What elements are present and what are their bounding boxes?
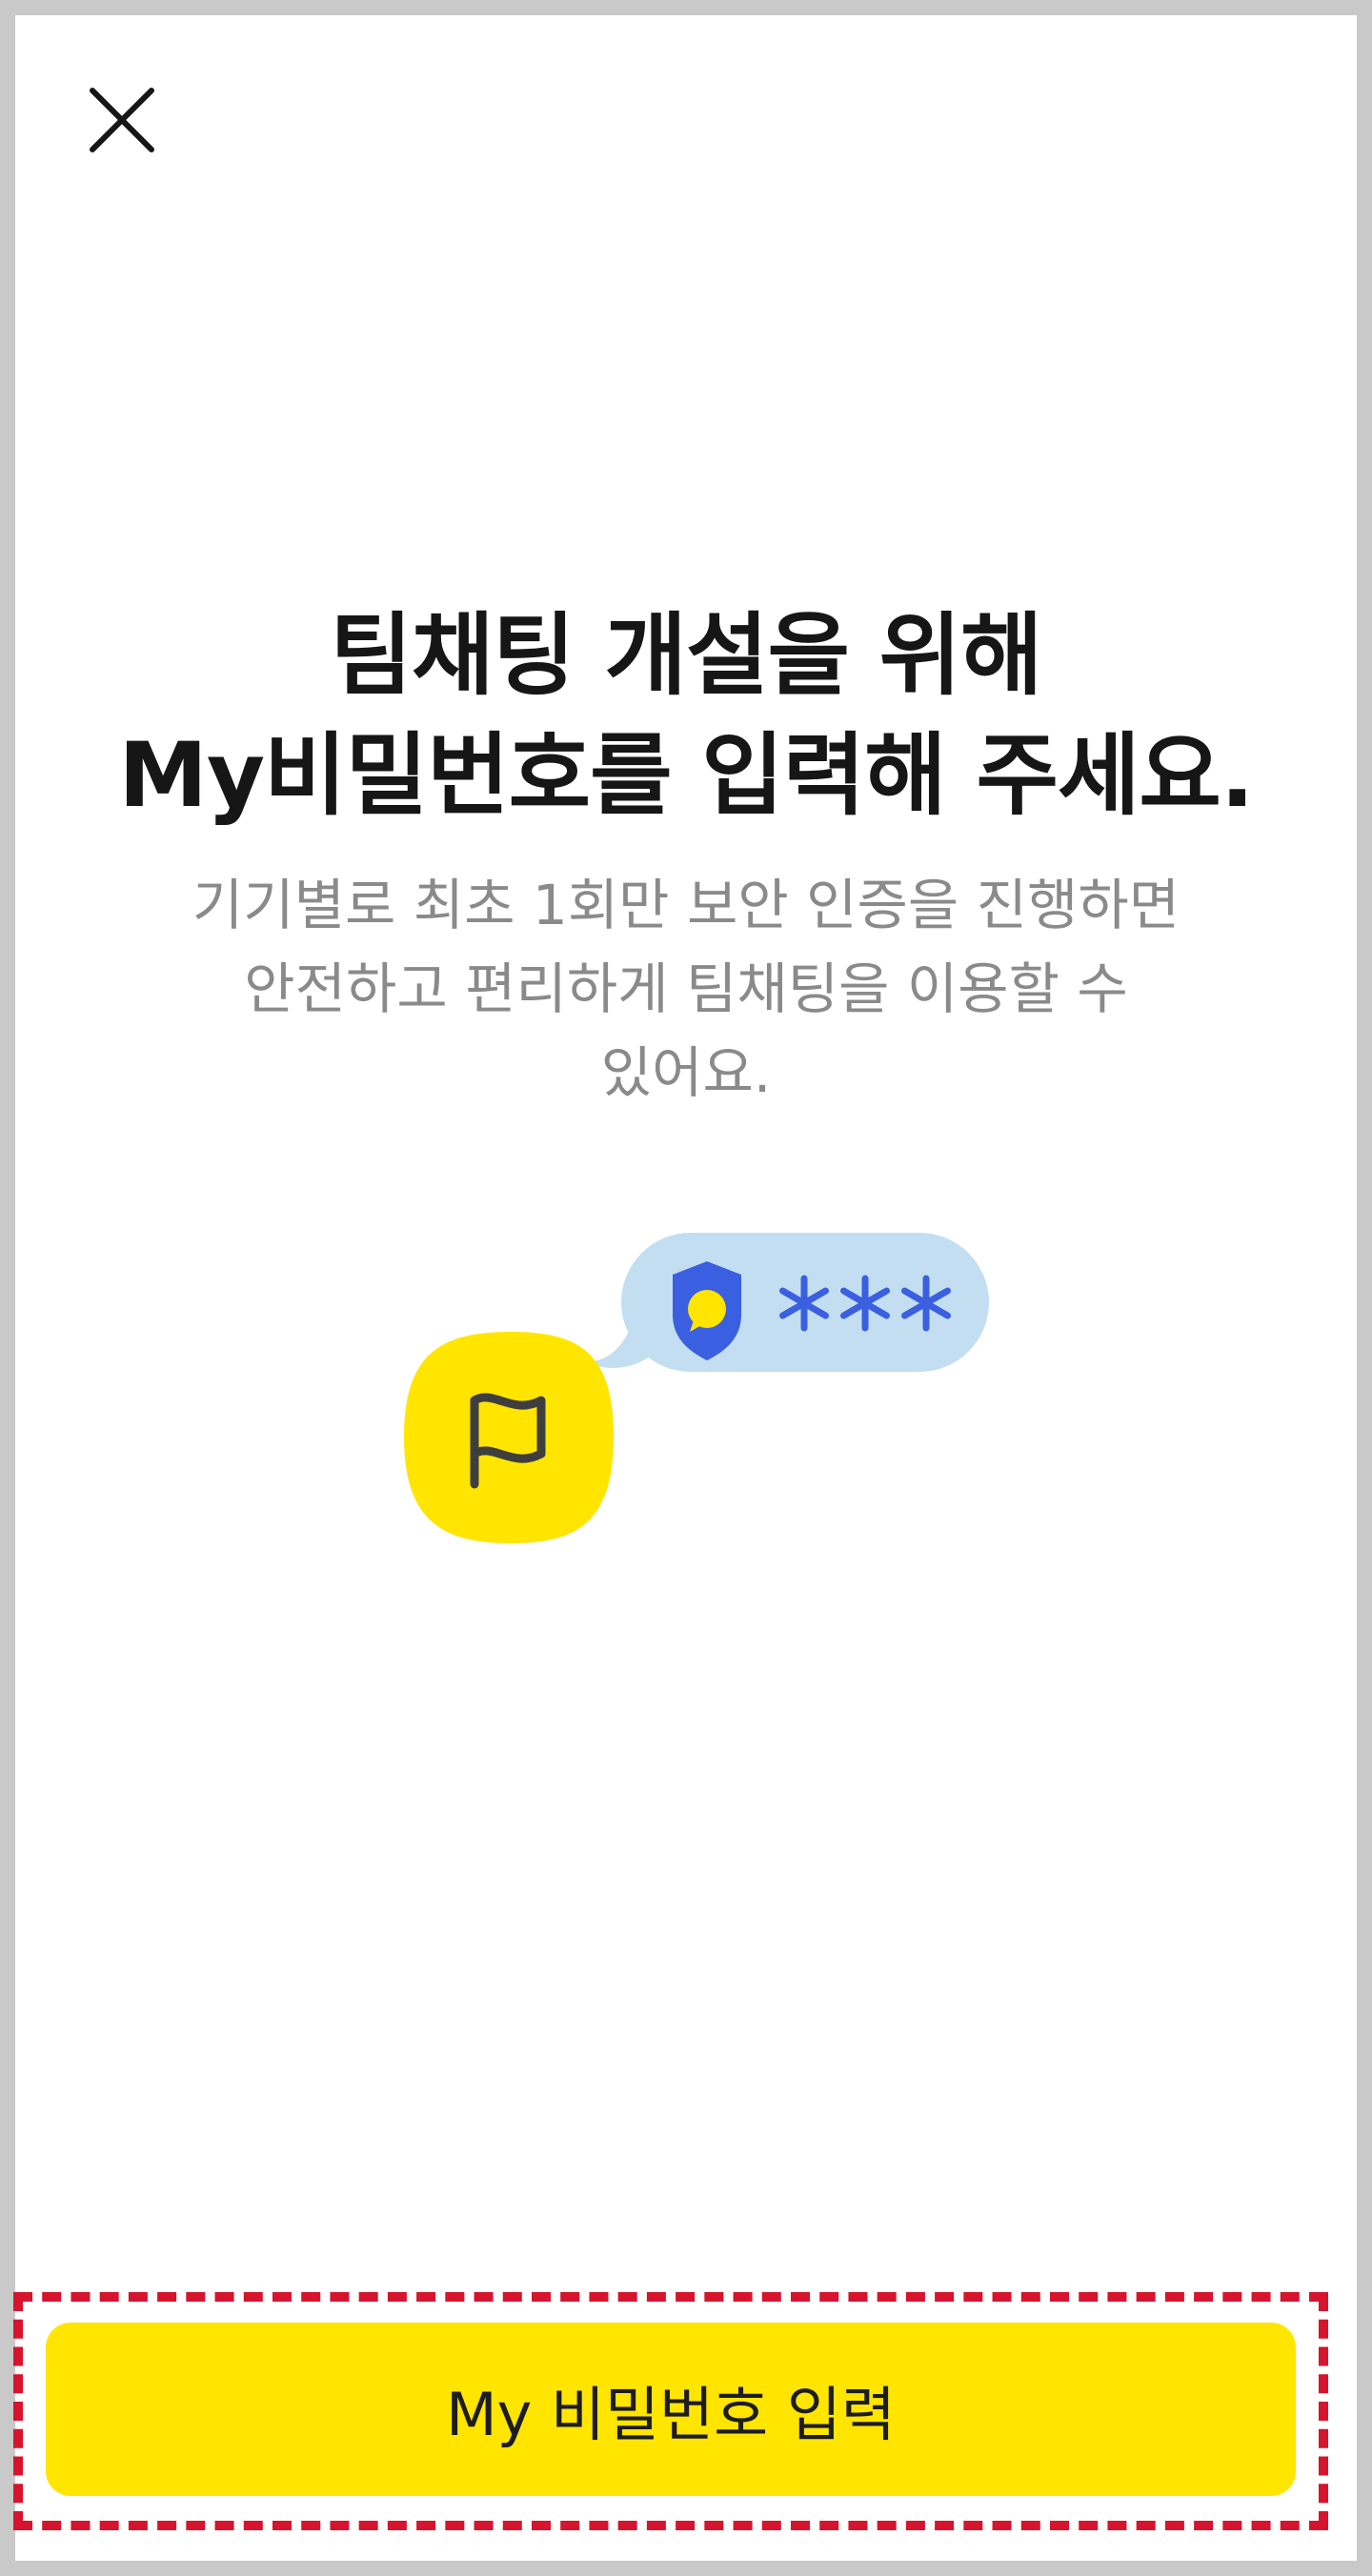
page-description: 기기별로 최초 1회만 보안 인증을 진행하면 안전하고 편리하게 팀채팅을 이… xyxy=(139,863,1233,1115)
description-line-3: 있어요. xyxy=(600,1040,772,1105)
title-line-1: 팀채팅 개설을 위해 xyxy=(330,604,1042,708)
page-title: 팀채팅 개설을 위해 My비밀번호를 입력해 주세요. xyxy=(15,596,1357,836)
description-line-2: 안전하고 편리하게 팀채팅을 이용할 수 xyxy=(244,956,1128,1021)
security-illustration xyxy=(404,1233,989,1543)
description-line-1: 기기별로 최초 1회만 보안 인증을 진행하면 xyxy=(192,873,1180,937)
screen: 팀채팅 개설을 위해 My비밀번호를 입력해 주세요. 기기별로 최초 1회만 … xyxy=(15,15,1357,2561)
enter-password-button[interactable]: My 비밀번호 입력 xyxy=(46,2323,1296,2496)
close-icon xyxy=(90,88,154,152)
close-button[interactable] xyxy=(74,72,170,168)
team-flag-badge xyxy=(404,1332,614,1543)
masked-password xyxy=(779,1275,951,1332)
title-line-2: My비밀번호를 입력해 주세요. xyxy=(118,724,1254,828)
